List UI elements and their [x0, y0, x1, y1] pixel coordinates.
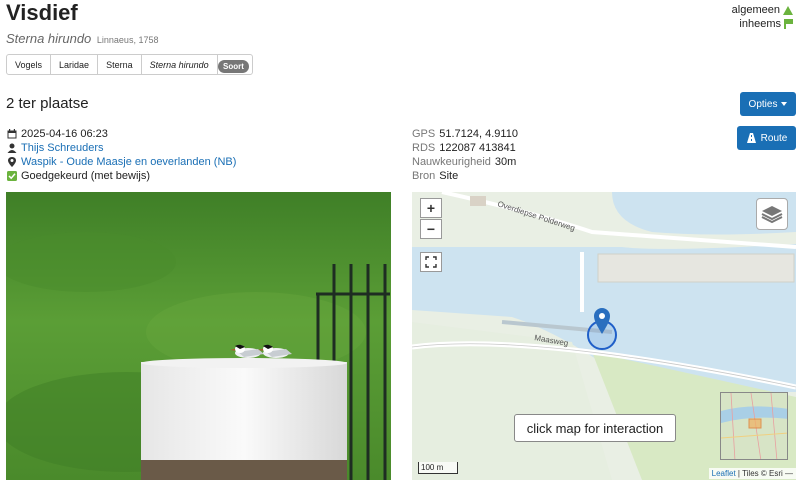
road-icon: [746, 133, 756, 143]
layers-button[interactable]: [756, 198, 788, 230]
gps-value: 51.7124, 4.9110: [439, 128, 518, 140]
map-marker-icon: [8, 157, 16, 167]
leaflet-link[interactable]: Leaflet: [712, 469, 736, 478]
scientific-name-text: Sterna hirundo: [6, 31, 92, 46]
observation-datetime: 2025-04-16 06:23: [21, 128, 108, 140]
zoom-out-button[interactable]: −: [420, 219, 442, 239]
source-value: Site: [439, 170, 459, 182]
location-row: Waspik - Oude Maasje en oeverlanden (NB): [7, 155, 236, 169]
rds-label: RDS: [412, 142, 436, 154]
user-icon: [7, 143, 17, 153]
taxon-class[interactable]: Vogels: [7, 55, 52, 74]
map-attribution: Leaflet | Tiles © Esri —: [708, 468, 796, 479]
source-label: Bron: [412, 170, 436, 182]
taxon-family[interactable]: Laridae: [51, 55, 99, 74]
route-button[interactable]: Route: [737, 126, 796, 150]
flag-icon: [784, 19, 793, 29]
accuracy-label: Nauwkeurigheid: [412, 156, 491, 168]
validation-row: Goedgekeurd (met bewijs): [7, 169, 236, 183]
route-label: Route: [760, 132, 788, 144]
taxonomy-breadcrumb: Vogels Laridae Sterna Sterna hirundo: [6, 54, 253, 75]
abundance-label: algemeen: [731, 4, 780, 16]
minimap-tiles: [721, 393, 787, 459]
photo-image: [6, 192, 391, 480]
species-common-name: Visdief: [6, 0, 78, 25]
gps-label: GPS: [412, 128, 436, 140]
source-row: Bron Site: [412, 169, 518, 183]
options-label: Opties: [748, 98, 778, 110]
observer-link[interactable]: Thijs Schreuders: [21, 141, 104, 155]
geo-details: GPS 51.7124, 4.9110 RDS 122087 413841 Na…: [412, 127, 518, 183]
rds-value: 122087 413841: [439, 142, 516, 154]
accuracy-value: 30m: [494, 156, 517, 168]
species-status: algemeen inheems: [732, 3, 793, 31]
calendar-icon: [7, 129, 17, 139]
check-icon: [7, 171, 17, 181]
rank-badge: Soort: [218, 60, 249, 73]
location-link[interactable]: Waspik - Oude Maasje en oeverlanden (NB): [21, 155, 236, 169]
observation-count: 2 ter plaatse: [6, 95, 89, 112]
validation-status: Goedgekeurd (met bewijs): [21, 170, 151, 182]
gps-row: GPS 51.7124, 4.9110: [412, 127, 518, 141]
minimap[interactable]: [720, 392, 788, 460]
taxon-species[interactable]: Sterna hirundo: [142, 55, 218, 74]
fullscreen-button[interactable]: [420, 252, 442, 272]
taxon-genus[interactable]: Sterna: [98, 55, 142, 74]
observation-photo[interactable]: [6, 192, 391, 480]
zoom-in-button[interactable]: +: [420, 198, 442, 218]
attribution-text: | Tiles © Esri —: [737, 469, 793, 478]
status-native: inheems: [732, 17, 793, 31]
date-row: 2025-04-16 06:23: [7, 127, 236, 141]
map-interaction-hint[interactable]: click map for interaction: [514, 414, 676, 442]
layers-icon: [761, 206, 783, 224]
rds-row: RDS 122087 413841: [412, 141, 518, 155]
accuracy-row: Nauwkeurigheid 30m: [412, 155, 518, 169]
fullscreen-icon: [425, 256, 437, 268]
status-abundance: algemeen: [732, 3, 793, 17]
options-button[interactable]: Opties: [740, 92, 796, 116]
map-scale: 100 m: [418, 462, 458, 474]
species-scientific-name: Sterna hirundo Linnaeus, 1758: [6, 31, 158, 46]
triangle-up-icon: [783, 5, 793, 15]
chevron-down-icon: [781, 102, 788, 106]
native-label: inheems: [739, 18, 781, 30]
authority-text: Linnaeus, 1758: [96, 35, 159, 45]
observer-row: Thijs Schreuders: [7, 141, 236, 155]
observation-details: 2025-04-16 06:23 Thijs Schreuders Waspik…: [7, 127, 236, 183]
